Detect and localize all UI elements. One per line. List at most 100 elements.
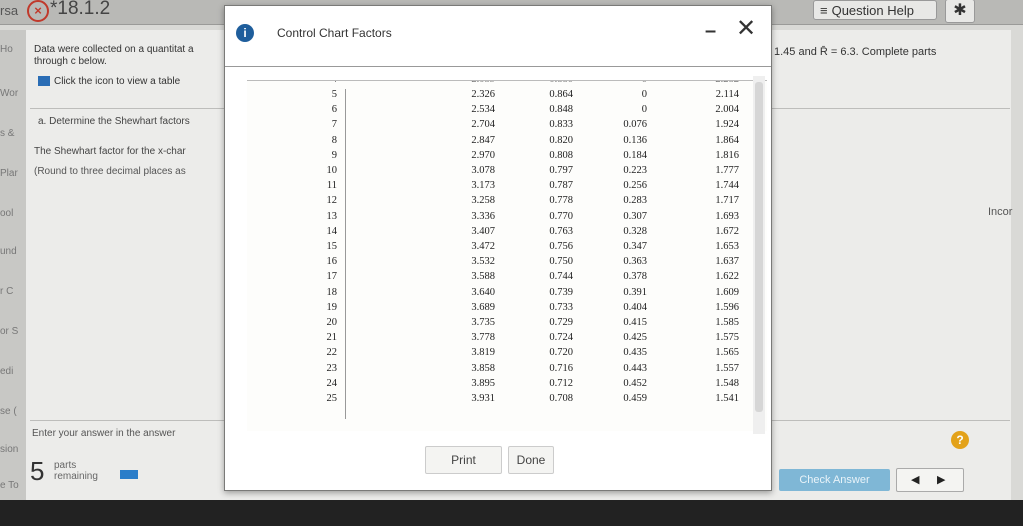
factor-b-cell: 0.763	[549, 225, 573, 237]
rounding-instruction: (Round to three decimal places as	[34, 166, 186, 177]
sample-size-cell: 24	[326, 377, 338, 389]
left-nav-item[interactable]: Wor	[0, 88, 18, 99]
factor-d-cell: 1.653	[715, 241, 739, 252]
table-row: 14 3.407 0.763 0.328 1.672	[247, 226, 767, 238]
given-values-text: 1.45 and R̄ = 6.3. Complete parts	[774, 46, 937, 58]
factor-c-cell: 0.378	[623, 271, 647, 283]
left-nav-item[interactable]: Plar	[0, 168, 18, 179]
left-nav-item[interactable]: e To	[0, 480, 19, 491]
factor-c-cell: 0.223	[623, 165, 647, 176]
factor-c-cell: 0.307	[623, 210, 647, 222]
factor-b-cell: 0.820	[549, 134, 573, 146]
question-nav: ◀ ▶	[896, 468, 964, 492]
factor-d-cell: 1.596	[715, 301, 739, 313]
sample-size-cell: 8	[331, 134, 337, 146]
sample-size-cell: 20	[326, 317, 338, 328]
table-row: 25 3.931 0.708 0.459 1.541	[247, 393, 767, 405]
factor-b-cell: 0.848	[549, 104, 573, 116]
table-row: 7 2.704 0.833 0.076 1.924	[247, 119, 767, 131]
close-icon[interactable]: ✕	[736, 14, 756, 43]
left-nav-item[interactable]: s &	[0, 128, 14, 139]
view-table-label: Click the icon to view a table	[54, 76, 181, 87]
question-text: Data were collected on a quantitat a thr…	[34, 44, 194, 67]
factor-d-cell: 1.744	[715, 180, 739, 192]
factor-d-cell: 2.282	[687, 81, 739, 85]
sample-size-cell: 14	[326, 225, 338, 237]
factor-a-cell: 3.173	[471, 180, 495, 192]
factor-c-cell: 0.391	[623, 286, 647, 298]
parts-remaining-count: 5	[30, 456, 45, 486]
table-row: 13 3.336 0.770 0.307 1.693	[247, 211, 767, 223]
gear-icon[interactable]: ✱	[945, 0, 975, 23]
table-icon[interactable]	[38, 76, 50, 87]
factor-d-cell: 1.585	[715, 317, 739, 328]
question-help-button[interactable]: ≡ Question Help	[813, 0, 937, 20]
view-table-link[interactable]: Click the icon to view a table	[38, 76, 180, 87]
factor-a-cell: 3.640	[471, 286, 495, 298]
minimize-icon[interactable]: –	[705, 20, 716, 43]
sample-size-cell: 11	[326, 180, 337, 192]
sample-size-cell: 23	[326, 362, 338, 374]
check-answer-button[interactable]: Check Answer	[779, 469, 890, 491]
factor-c-cell: 0	[641, 104, 647, 116]
factor-d-cell: 1.622	[715, 271, 739, 283]
left-nav-item[interactable]: edi	[0, 366, 13, 377]
section-title: *18.1.2	[50, 0, 111, 19]
table-row: 18 3.640 0.739 0.391 1.609	[247, 287, 767, 299]
left-nav-item[interactable]: ool	[0, 208, 13, 219]
sample-size-cell: 7	[331, 119, 337, 131]
factor-a-cell: 2.847	[471, 134, 495, 146]
factor-a-cell: 3.858	[471, 362, 495, 374]
factor-d-cell: 1.565	[715, 347, 739, 359]
table-row: 6 2.534 0.848 0 2.004	[247, 104, 767, 116]
factor-b-cell: 0.708	[549, 393, 573, 404]
progress-bar	[120, 470, 138, 479]
scrollbar-thumb[interactable]	[755, 82, 763, 412]
left-nav-item[interactable]: sion	[0, 444, 18, 455]
left-nav-item[interactable]: or S	[0, 326, 18, 337]
prev-arrow-icon[interactable]: ◀	[911, 473, 919, 486]
factor-d-cell: 1.672	[715, 225, 739, 237]
factor-a-cell: 2.534	[471, 104, 495, 116]
sample-size-cell: 6	[331, 104, 337, 116]
factor-a-cell: 3.778	[471, 332, 495, 344]
factor-c-cell: 0.452	[623, 377, 647, 389]
factor-c-cell: 0.459	[623, 393, 647, 404]
sample-size-cell: 17	[326, 271, 338, 283]
factor-a-cell: 2.326	[471, 89, 495, 100]
done-button[interactable]: Done	[508, 446, 554, 474]
factor-a-cell: 3.336	[471, 210, 495, 222]
factor-b-cell: 0.720	[549, 347, 573, 359]
factor-c-cell: 0	[641, 89, 647, 100]
factor-c-cell: 0.347	[623, 241, 647, 252]
print-button[interactable]: Print	[425, 446, 502, 474]
dialog-title: Control Chart Factors	[277, 26, 392, 40]
factor-a-cell: 3.931	[471, 393, 495, 404]
help-icon[interactable]: ?	[951, 431, 969, 449]
left-nav-item[interactable]: und	[0, 246, 17, 257]
sample-size-cell: 4	[297, 81, 337, 85]
factor-b-cell: 0.756	[549, 241, 573, 252]
factor-d-cell: 1.575	[715, 332, 739, 344]
left-nav	[0, 30, 26, 500]
factor-a-cell: 2.970	[471, 149, 495, 161]
factor-d-cell: 1.864	[715, 134, 739, 146]
sample-size-cell: 25	[326, 393, 338, 404]
sample-size-cell: 21	[326, 332, 338, 344]
table-row: 12 3.258 0.778 0.283 1.717	[247, 195, 767, 207]
factor-b-cell: 0.744	[549, 271, 573, 283]
next-arrow-icon[interactable]: ▶	[937, 473, 945, 486]
left-nav-item[interactable]: r C	[0, 286, 13, 297]
factor-d-cell: 1.609	[715, 286, 739, 298]
sample-size-cell: 13	[326, 210, 338, 222]
remaining-label: remaining	[54, 471, 98, 482]
table-row: 9 2.970 0.808 0.184 1.816	[247, 150, 767, 162]
factor-b-cell: 0.750	[549, 256, 573, 268]
left-nav-item[interactable]: se (	[0, 406, 17, 417]
table-row: 5 2.326 0.864 0 2.114	[247, 89, 767, 101]
table-row: 8 2.847 0.820 0.136 1.864	[247, 135, 767, 147]
factor-b-cell: 0.808	[549, 149, 573, 161]
factor-b-cell: 0.770	[549, 210, 573, 222]
question-help-label: Question Help	[831, 3, 914, 18]
left-nav-item[interactable]: Ho	[0, 44, 13, 55]
